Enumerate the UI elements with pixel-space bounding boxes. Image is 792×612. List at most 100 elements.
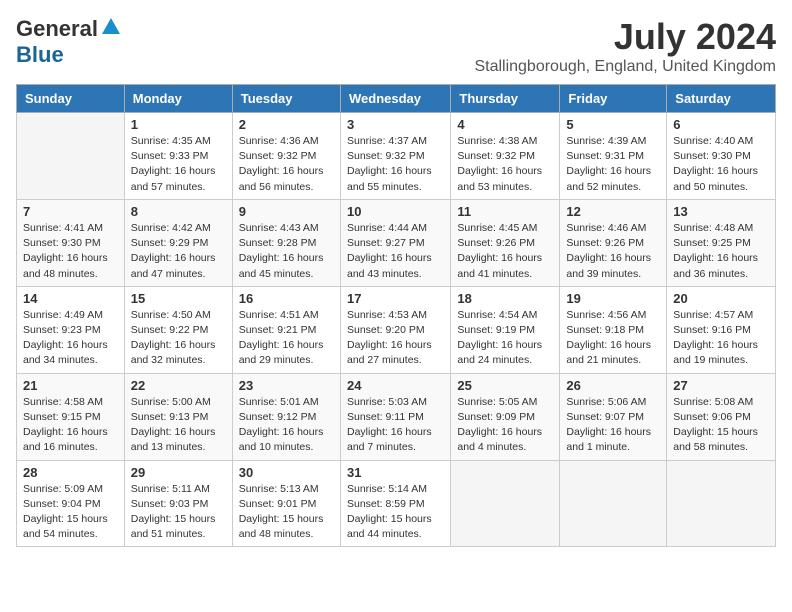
day-info: Sunrise: 4:49 AM Sunset: 9:23 PM Dayligh…	[23, 308, 118, 369]
logo-icon	[100, 16, 122, 38]
calendar-cell	[17, 113, 125, 200]
day-number: 14	[23, 291, 118, 306]
day-number: 22	[131, 378, 226, 393]
day-number: 27	[673, 378, 769, 393]
calendar-cell: 18 Sunrise: 4:54 AM Sunset: 9:19 PM Dayli…	[451, 286, 560, 373]
day-number: 29	[131, 465, 226, 480]
day-info: Sunrise: 4:48 AM Sunset: 9:25 PM Dayligh…	[673, 221, 769, 282]
day-info: Sunrise: 4:40 AM Sunset: 9:30 PM Dayligh…	[673, 134, 769, 195]
day-info: Sunrise: 4:46 AM Sunset: 9:26 PM Dayligh…	[566, 221, 660, 282]
day-number: 13	[673, 204, 769, 219]
day-info: Sunrise: 5:13 AM Sunset: 9:01 PM Dayligh…	[239, 482, 334, 543]
calendar-cell: 12 Sunrise: 4:46 AM Sunset: 9:26 PM Dayli…	[560, 199, 667, 286]
day-number: 5	[566, 117, 660, 132]
day-info: Sunrise: 4:43 AM Sunset: 9:28 PM Dayligh…	[239, 221, 334, 282]
logo-blue-text: Blue	[16, 42, 64, 67]
day-number: 1	[131, 117, 226, 132]
calendar-cell	[451, 460, 560, 547]
calendar-week-row: 7Sunrise: 4:41 AM Sunset: 9:30 PM Daylig…	[17, 199, 776, 286]
day-number: 12	[566, 204, 660, 219]
day-number: 23	[239, 378, 334, 393]
calendar-cell	[667, 460, 776, 547]
day-info: Sunrise: 4:37 AM Sunset: 9:32 PM Dayligh…	[347, 134, 444, 195]
calendar-week-row: 28Sunrise: 5:09 AM Sunset: 9:04 PM Dayli…	[17, 460, 776, 547]
calendar-cell: 19 Sunrise: 4:56 AM Sunset: 9:18 PM Dayli…	[560, 286, 667, 373]
day-number: 24	[347, 378, 444, 393]
calendar-table: SundayMondayTuesdayWednesdayThursdayFrid…	[16, 84, 776, 547]
day-number: 19	[566, 291, 660, 306]
day-number: 21	[23, 378, 118, 393]
day-info: Sunrise: 4:56 AM Sunset: 9:18 PM Dayligh…	[566, 308, 660, 369]
calendar-cell: 1 Sunrise: 4:35 AM Sunset: 9:33 PM Daylig…	[124, 113, 232, 200]
day-number: 6	[673, 117, 769, 132]
calendar-cell: 31 Sunrise: 5:14 AM Sunset: 8:59 PM Dayli…	[340, 460, 450, 547]
weekday-header-sunday: Sunday	[17, 85, 125, 113]
day-number: 26	[566, 378, 660, 393]
day-info: Sunrise: 5:08 AM Sunset: 9:06 PM Dayligh…	[673, 395, 769, 456]
day-number: 10	[347, 204, 444, 219]
calendar-cell	[560, 460, 667, 547]
weekday-header-row: SundayMondayTuesdayWednesdayThursdayFrid…	[17, 85, 776, 113]
calendar-week-row: 21 Sunrise: 4:58 AM Sunset: 9:15 PM Dayli…	[17, 373, 776, 460]
day-number: 20	[673, 291, 769, 306]
day-info: Sunrise: 5:05 AM Sunset: 9:09 PM Dayligh…	[457, 395, 553, 456]
day-info: Sunrise: 5:03 AM Sunset: 9:11 PM Dayligh…	[347, 395, 444, 456]
calendar-cell: 14 Sunrise: 4:49 AM Sunset: 9:23 PM Dayli…	[17, 286, 125, 373]
weekday-header-friday: Friday	[560, 85, 667, 113]
weekday-header-tuesday: Tuesday	[232, 85, 340, 113]
day-number: 4	[457, 117, 553, 132]
day-info: Sunrise: 5:11 AM Sunset: 9:03 PM Dayligh…	[131, 482, 226, 543]
day-info: Sunrise: 5:06 AM Sunset: 9:07 PM Dayligh…	[566, 395, 660, 456]
day-number: 31	[347, 465, 444, 480]
weekday-header-thursday: Thursday	[451, 85, 560, 113]
day-info: Sunrise: 4:53 AM Sunset: 9:20 PM Dayligh…	[347, 308, 444, 369]
calendar-cell: 17Sunrise: 4:53 AM Sunset: 9:20 PM Dayli…	[340, 286, 450, 373]
day-info: Sunrise: 4:50 AM Sunset: 9:22 PM Dayligh…	[131, 308, 226, 369]
day-number: 3	[347, 117, 444, 132]
calendar-cell: 20Sunrise: 4:57 AM Sunset: 9:16 PM Dayli…	[667, 286, 776, 373]
day-number: 8	[131, 204, 226, 219]
day-number: 16	[239, 291, 334, 306]
calendar-cell: 25Sunrise: 5:05 AM Sunset: 9:09 PM Dayli…	[451, 373, 560, 460]
logo-general-text: General	[16, 16, 98, 42]
day-number: 9	[239, 204, 334, 219]
location-title: Stallingborough, England, United Kingdom	[474, 58, 776, 76]
weekday-header-monday: Monday	[124, 85, 232, 113]
calendar-cell: 9 Sunrise: 4:43 AM Sunset: 9:28 PM Daylig…	[232, 199, 340, 286]
day-info: Sunrise: 4:58 AM Sunset: 9:15 PM Dayligh…	[23, 395, 118, 456]
calendar-cell: 6 Sunrise: 4:40 AM Sunset: 9:30 PM Daylig…	[667, 113, 776, 200]
calendar-cell: 3 Sunrise: 4:37 AM Sunset: 9:32 PM Daylig…	[340, 113, 450, 200]
calendar-week-row: 14 Sunrise: 4:49 AM Sunset: 9:23 PM Dayli…	[17, 286, 776, 373]
calendar-cell: 29 Sunrise: 5:11 AM Sunset: 9:03 PM Dayli…	[124, 460, 232, 547]
day-info: Sunrise: 4:45 AM Sunset: 9:26 PM Dayligh…	[457, 221, 553, 282]
header: General Blue July 2024 Stallingborough, …	[16, 16, 776, 76]
day-number: 2	[239, 117, 334, 132]
weekday-header-wednesday: Wednesday	[340, 85, 450, 113]
calendar-cell: 30 Sunrise: 5:13 AM Sunset: 9:01 PM Dayli…	[232, 460, 340, 547]
day-info: Sunrise: 5:14 AM Sunset: 8:59 PM Dayligh…	[347, 482, 444, 543]
calendar-cell: 4Sunrise: 4:38 AM Sunset: 9:32 PM Daylig…	[451, 113, 560, 200]
weekday-header-saturday: Saturday	[667, 85, 776, 113]
calendar-cell: 15Sunrise: 4:50 AM Sunset: 9:22 PM Dayli…	[124, 286, 232, 373]
calendar-cell: 27 Sunrise: 5:08 AM Sunset: 9:06 PM Dayli…	[667, 373, 776, 460]
month-year-title: July 2024	[474, 16, 776, 58]
calendar-cell: 11 Sunrise: 4:45 AM Sunset: 9:26 PM Dayli…	[451, 199, 560, 286]
calendar-cell: 22 Sunrise: 5:00 AM Sunset: 9:13 PM Dayli…	[124, 373, 232, 460]
day-number: 30	[239, 465, 334, 480]
calendar-cell: 16 Sunrise: 4:51 AM Sunset: 9:21 PM Dayli…	[232, 286, 340, 373]
day-number: 18	[457, 291, 553, 306]
day-info: Sunrise: 4:41 AM Sunset: 9:30 PM Dayligh…	[23, 221, 118, 282]
day-info: Sunrise: 4:54 AM Sunset: 9:19 PM Dayligh…	[457, 308, 553, 369]
day-info: Sunrise: 4:44 AM Sunset: 9:27 PM Dayligh…	[347, 221, 444, 282]
title-area: July 2024 Stallingborough, England, Unit…	[474, 16, 776, 76]
day-info: Sunrise: 5:00 AM Sunset: 9:13 PM Dayligh…	[131, 395, 226, 456]
calendar-cell: 23 Sunrise: 5:01 AM Sunset: 9:12 PM Dayli…	[232, 373, 340, 460]
day-info: Sunrise: 4:35 AM Sunset: 9:33 PM Dayligh…	[131, 134, 226, 195]
calendar-cell: 28Sunrise: 5:09 AM Sunset: 9:04 PM Dayli…	[17, 460, 125, 547]
day-info: Sunrise: 4:51 AM Sunset: 9:21 PM Dayligh…	[239, 308, 334, 369]
day-info: Sunrise: 4:36 AM Sunset: 9:32 PM Dayligh…	[239, 134, 334, 195]
day-info: Sunrise: 5:01 AM Sunset: 9:12 PM Dayligh…	[239, 395, 334, 456]
logo: General Blue	[16, 16, 122, 68]
day-number: 11	[457, 204, 553, 219]
calendar-cell: 7Sunrise: 4:41 AM Sunset: 9:30 PM Daylig…	[17, 199, 125, 286]
